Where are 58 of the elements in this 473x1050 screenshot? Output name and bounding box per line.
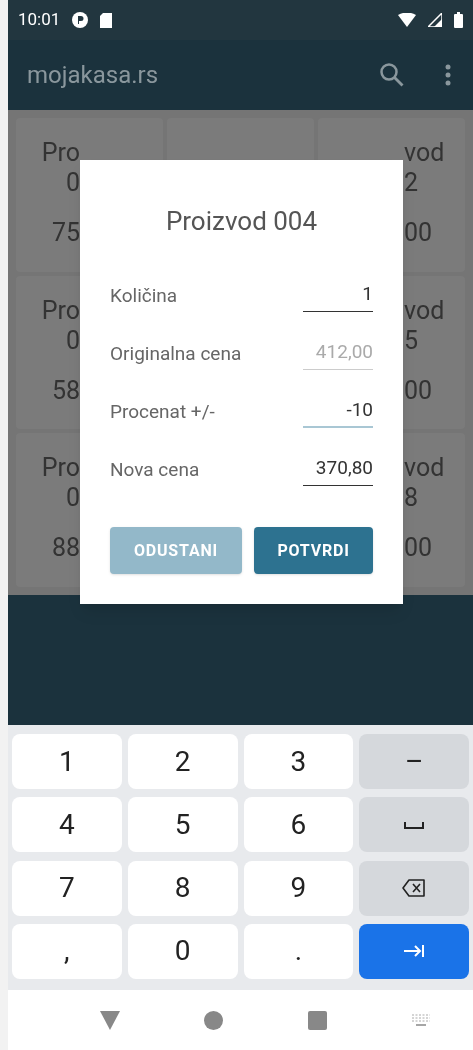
tile-text: 8 [404,483,419,514]
number-field[interactable]: 1 [303,280,373,312]
number-field[interactable]: 370,80 [303,454,373,486]
dialog-title: Proizvod 004 [164,205,319,238]
tile-text: vod [404,138,445,168]
digit-key[interactable]: 3 [243,734,354,789]
tile-text: 75 [51,218,80,248]
tile-text: 0 [65,325,80,356]
digit-key[interactable]: 6 [243,797,354,853]
tab-arrow-icon [403,944,426,959]
digit-key[interactable]: 2 [127,734,238,789]
wifi-icon [398,13,416,27]
field-label: Procenat +/- [110,398,215,425]
minus-key[interactable]: – [359,734,469,789]
confirm-button[interactable]: POTVRDI [254,527,373,574]
digit-key[interactable]: 7 [12,860,122,916]
digit-key[interactable]: , [12,923,122,979]
space-icon [404,820,425,829]
field-label: Originalna cena [110,340,242,367]
number-field[interactable]: -10 [303,395,373,429]
digit-key[interactable]: 5 [127,797,238,853]
more-menu-icon[interactable] [445,64,451,86]
field-label: Nova cena [110,456,200,483]
battery-icon [454,12,463,28]
tile-text: 0 [65,168,80,198]
backspace-icon [402,879,427,897]
notification-icon [72,12,89,28]
sd-card-icon [100,12,113,28]
tile-text: 5 [404,325,419,356]
tile-text: 58 [51,375,80,406]
tile-text: Pro [41,138,80,168]
tile-text: 00 [404,218,433,248]
tile-text: Pro [41,453,80,484]
tile-text: 00 [404,375,433,406]
keyboard-icon[interactable] [410,1014,431,1026]
tile-text: 88 [51,533,80,564]
tile-text: vod [404,295,445,326]
digit-key[interactable]: 8 [127,860,238,916]
back-triangle-icon[interactable] [100,1010,121,1030]
digit-key[interactable]: 9 [243,860,354,916]
home-circle-icon[interactable] [204,1010,224,1030]
tile-text: Pro [41,295,80,326]
recents-square-icon[interactable] [307,1010,327,1030]
digit-key[interactable]: 0 [127,923,238,979]
app-title: mojakasa.rs [27,60,160,91]
field-label: Količina [110,282,178,309]
tile-text: 0 [65,483,80,514]
enter-key[interactable] [359,923,469,979]
backspace-key[interactable] [359,860,469,916]
tile-text: 00 [404,533,433,564]
tile-text: vod [404,453,445,484]
signal-icon [428,13,442,27]
search-icon[interactable] [379,62,405,88]
tile-text: 2 [404,168,419,198]
digit-key[interactable]: 4 [12,797,122,853]
digit-key[interactable]: 1 [12,734,122,789]
status-time: 10:01 [18,8,61,32]
digit-key[interactable]: . [243,923,354,979]
